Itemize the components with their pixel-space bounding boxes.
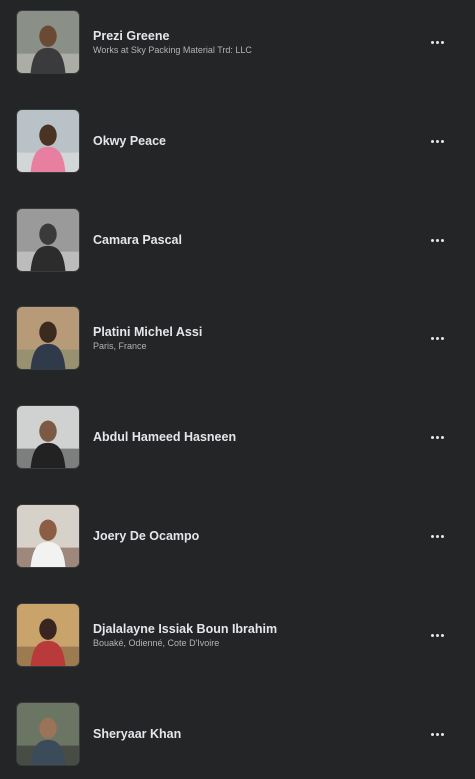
friend-info: Camara Pascal	[93, 208, 415, 272]
friend-row[interactable]: Abdul Hameed Hasneen	[0, 405, 475, 471]
friend-info: Djalalayne Issiak Boun Ibrahim Bouaké, Od…	[93, 603, 415, 667]
friend-info: Sheryaar Khan	[93, 702, 415, 766]
profile-photo[interactable]	[16, 109, 80, 173]
friends-list: Prezi Greene Works at Sky Packing Materia…	[0, 0, 475, 779]
profile-photo[interactable]	[16, 306, 80, 370]
friend-subtitle: Bouaké, Odienné, Cote D'Ivoire	[93, 637, 220, 648]
friend-row[interactable]: Prezi Greene Works at Sky Packing Materia…	[0, 10, 475, 76]
friend-row[interactable]: Djalalayne Issiak Boun Ibrahim Bouaké, Od…	[0, 603, 475, 669]
friend-name[interactable]: Joery De Ocampo	[93, 529, 415, 544]
friend-name[interactable]: Okwy Peace	[93, 134, 415, 149]
more-options-icon[interactable]	[425, 32, 449, 52]
friend-row[interactable]: Camara Pascal	[0, 208, 475, 274]
more-options-icon[interactable]	[425, 625, 449, 645]
friend-info: Okwy Peace	[93, 109, 415, 173]
friend-subtitle: Works at Sky Packing Material Trd: LLC	[93, 44, 252, 55]
friend-row[interactable]: Platini Michel Assi Paris, France	[0, 306, 475, 372]
profile-photo[interactable]	[16, 208, 80, 272]
more-options-icon[interactable]	[425, 724, 449, 744]
friend-info: Joery De Ocampo	[93, 504, 415, 568]
friend-name[interactable]: Abdul Hameed Hasneen	[93, 430, 415, 445]
profile-photo[interactable]	[16, 603, 80, 667]
friend-info: Abdul Hameed Hasneen	[93, 405, 415, 469]
friend-row[interactable]: Okwy Peace	[0, 109, 475, 175]
profile-photo[interactable]	[16, 702, 80, 766]
profile-photo[interactable]	[16, 504, 80, 568]
profile-photo[interactable]	[16, 405, 80, 469]
more-options-icon[interactable]	[425, 427, 449, 447]
friend-name[interactable]: Djalalayne Issiak Boun Ibrahim	[93, 622, 415, 637]
more-options-icon[interactable]	[425, 526, 449, 546]
friend-name[interactable]: Prezi Greene	[93, 29, 415, 44]
friend-name[interactable]: Camara Pascal	[93, 233, 415, 248]
friend-name[interactable]: Platini Michel Assi	[93, 325, 415, 340]
friend-row[interactable]: Sheryaar Khan	[0, 702, 475, 768]
friend-info: Platini Michel Assi Paris, France	[93, 306, 415, 370]
friend-info: Prezi Greene Works at Sky Packing Materia…	[93, 10, 415, 74]
more-options-icon[interactable]	[425, 328, 449, 348]
friend-subtitle: Paris, France	[93, 340, 147, 351]
more-options-icon[interactable]	[425, 230, 449, 250]
profile-photo[interactable]	[16, 10, 80, 74]
more-options-icon[interactable]	[425, 131, 449, 151]
friend-row[interactable]: Joery De Ocampo	[0, 504, 475, 570]
friend-name[interactable]: Sheryaar Khan	[93, 727, 415, 742]
